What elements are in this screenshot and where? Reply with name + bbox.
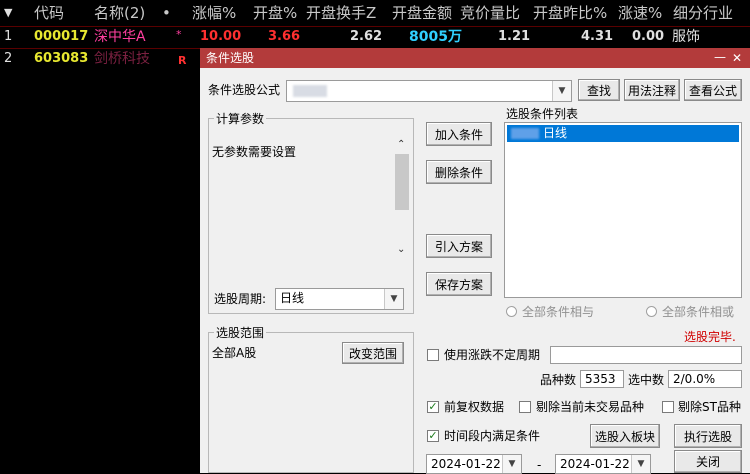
formula-select[interactable]: ▼ — [286, 80, 572, 102]
uncertain-period-checkbox[interactable] — [427, 349, 439, 361]
time-range-checkbox[interactable]: ✓ — [427, 430, 439, 442]
change-pct: 10.00 — [200, 29, 242, 44]
open-prev-ratio: 4.31 — [581, 29, 614, 44]
header-open[interactable]: 开盘% — [253, 0, 297, 26]
period-value: 日线 — [280, 291, 305, 305]
date-to-picker[interactable]: 2024-01-22 ▼ — [555, 454, 651, 474]
bid-volume-ratio: 1.21 — [498, 29, 531, 44]
time-range-label: 时间段内满足条件 — [444, 429, 541, 443]
period-select[interactable]: 日线 ▼ — [275, 288, 404, 310]
stock-code: 603083 — [34, 51, 89, 66]
dialog-title: 条件选股 — [206, 51, 255, 65]
stock-flag: R — [178, 54, 187, 67]
formula-label: 条件选股公式 — [208, 83, 281, 97]
stock-code: 000017 — [34, 29, 89, 44]
condition-list[interactable]: 日线 — [504, 122, 742, 298]
params-text: 无参数需要设置 — [212, 145, 297, 159]
chevron-down-icon[interactable]: ▼ — [502, 455, 521, 473]
scroll-down-icon[interactable]: ⌄ — [397, 244, 405, 255]
stock-name: 深中华A — [94, 29, 146, 45]
header-speed[interactable]: 涨速% — [618, 0, 662, 26]
row-index: 1 — [4, 29, 13, 44]
sort-arrow-icon[interactable]: ▼ — [4, 0, 12, 26]
range-title: 选股范围 — [214, 326, 267, 340]
stock-flag: * — [176, 28, 182, 41]
header-change[interactable]: 涨幅% — [192, 0, 236, 26]
dialog-titlebar[interactable]: 条件选股 — ✕ — [200, 48, 750, 68]
uncertain-period-input[interactable] — [550, 346, 742, 364]
industry: 服饰 — [672, 29, 700, 45]
status-text: 选股完毕. — [684, 330, 736, 344]
header-open-turnover[interactable]: 开盘换手Z — [306, 0, 376, 26]
prior-adjust-checkbox[interactable]: ✓ — [427, 401, 439, 413]
delete-condition-button[interactable]: 删除条件 — [426, 160, 492, 184]
radio-and-label: 全部条件相与 — [522, 305, 595, 319]
selected-label: 选中数 — [628, 373, 665, 387]
add-condition-button[interactable]: 加入条件 — [426, 122, 492, 146]
row-index: 2 — [4, 51, 13, 66]
minimize-icon[interactable]: — — [714, 47, 726, 67]
open-pct: 3.66 — [268, 29, 301, 44]
chevron-down-icon[interactable]: ▼ — [384, 289, 403, 309]
date-to-value: 2024-01-22 — [560, 457, 630, 471]
count-value: 5353 — [585, 372, 616, 386]
header-industry[interactable]: 细分行业 — [673, 0, 733, 26]
open-amount: 8005万 — [409, 29, 462, 45]
selected-value: 2/0.0% — [673, 372, 716, 386]
find-button[interactable]: 查找 — [578, 79, 620, 101]
to-block-button[interactable]: 选股入板块 — [590, 424, 660, 448]
header-open-amount[interactable]: 开盘金额 — [392, 0, 452, 26]
selected-value-box: 2/0.0% — [668, 370, 742, 388]
scroll-up-icon[interactable]: ⌃ — [397, 139, 405, 150]
period-label: 选股周期: — [214, 292, 267, 306]
condition-item-label: 日线 — [543, 126, 568, 140]
view-formula-button[interactable]: 查看公式 — [684, 79, 742, 101]
header-name[interactable]: 名称(2) — [94, 0, 145, 26]
header-code[interactable]: 代码 — [34, 0, 64, 26]
close-button[interactable]: 关闭 — [674, 450, 742, 473]
open-turnover: 2.62 — [350, 29, 383, 44]
list-item[interactable]: 日线 — [507, 125, 739, 142]
date-separator: - — [537, 458, 542, 472]
radio-or-label: 全部条件相或 — [662, 305, 735, 319]
range-value: 全部A股 — [212, 346, 257, 360]
header-bid-volume-ratio[interactable]: 竞价量比 — [460, 0, 520, 26]
usage-notes-button[interactable]: 用法注释 — [624, 79, 680, 101]
stock-name: 剑桥科技 — [94, 51, 150, 67]
speed-pct: 0.00 — [632, 29, 665, 44]
uncertain-period-label: 使用涨跌不定周期 — [444, 348, 541, 362]
radio-or[interactable] — [646, 306, 657, 317]
import-scheme-button[interactable]: 引入方案 — [426, 234, 492, 258]
remove-st-label: 剔除ST品种 — [678, 400, 741, 414]
chevron-down-icon[interactable]: ▼ — [631, 455, 650, 473]
header-open-prev-ratio[interactable]: 开盘昨比% — [533, 0, 607, 26]
close-icon[interactable]: ✕ — [732, 48, 742, 68]
condition-screener-dialog: 条件选股 — ✕ 条件选股公式 ▼ 查找 用法注释 查看公式 计算参数 无参数需… — [200, 48, 750, 474]
date-from-value: 2024-01-22 — [431, 457, 501, 471]
count-value-box: 5353 — [580, 370, 624, 388]
blurred-formula-name — [293, 85, 327, 97]
condition-list-title: 选股条件列表 — [506, 107, 579, 121]
execute-screening-button[interactable]: 执行选股 — [674, 424, 742, 448]
header-dot[interactable]: • — [162, 0, 171, 26]
save-scheme-button[interactable]: 保存方案 — [426, 272, 492, 296]
prior-adjust-label: 前复权数据 — [444, 400, 505, 414]
blurred-condition-name — [511, 128, 539, 139]
scroll-thumb[interactable] — [395, 154, 409, 210]
params-scrollbar[interactable]: ⌃ ⌄ — [394, 138, 410, 260]
remove-st-checkbox[interactable] — [662, 401, 674, 413]
remove-untraded-checkbox[interactable] — [519, 401, 531, 413]
chevron-down-icon[interactable]: ▼ — [552, 81, 571, 101]
date-from-picker[interactable]: 2024-01-22 ▼ — [426, 454, 522, 474]
radio-and[interactable] — [506, 306, 517, 317]
count-label: 品种数 — [540, 373, 577, 387]
remove-untraded-label: 剔除当前未交易品种 — [536, 400, 645, 414]
change-range-button[interactable]: 改变范围 — [342, 342, 404, 364]
params-title: 计算参数 — [214, 112, 267, 126]
